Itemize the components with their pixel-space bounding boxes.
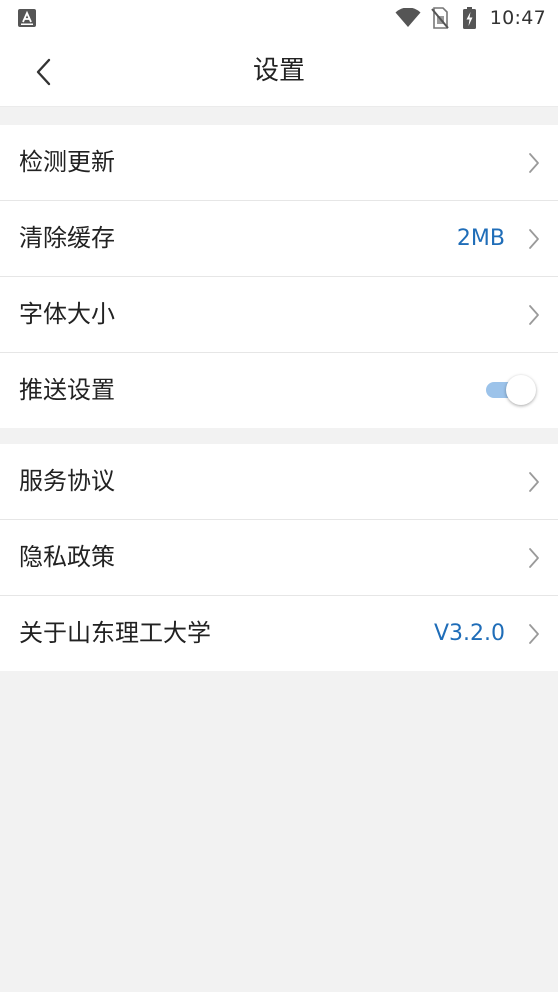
- a-box-icon: [18, 9, 36, 27]
- push-settings-row: 推送设置: [0, 353, 558, 428]
- settings-group-general: 检测更新 清除缓存 2MB 字体大小 推送设置: [0, 125, 558, 428]
- chevron-right-icon: [529, 624, 539, 644]
- nav-bar: 设置: [0, 36, 558, 107]
- about-row[interactable]: 关于山东理工大学 V3.2.0: [0, 596, 558, 671]
- check-update-label: 检测更新: [19, 148, 115, 176]
- chevron-right-icon: [529, 305, 539, 325]
- chevron-right-icon: [529, 229, 539, 249]
- font-size-label: 字体大小: [19, 300, 115, 328]
- battery-charging-icon: [462, 7, 476, 29]
- status-time: 10:47: [489, 7, 546, 29]
- cache-size-value: 2MB: [456, 226, 505, 251]
- status-icons: 10:47: [395, 5, 546, 31]
- status-bar: 10:47: [0, 0, 558, 36]
- chevron-right-icon: [529, 153, 539, 173]
- version-value: V3.2.0: [433, 621, 505, 646]
- page-title: 设置: [252, 56, 305, 86]
- no-sim-icon: [430, 7, 449, 29]
- push-settings-label: 推送设置: [19, 376, 115, 404]
- push-toggle[interactable]: [484, 374, 536, 406]
- clear-cache-label: 清除缓存: [19, 224, 115, 252]
- service-agreement-row[interactable]: 服务协议: [0, 444, 558, 520]
- chevron-right-icon: [529, 548, 539, 568]
- clear-cache-row[interactable]: 清除缓存 2MB: [0, 201, 558, 277]
- privacy-policy-label: 隐私政策: [19, 543, 115, 571]
- about-label: 关于山东理工大学: [19, 619, 211, 647]
- service-agreement-label: 服务协议: [19, 467, 115, 495]
- check-update-row[interactable]: 检测更新: [0, 125, 558, 201]
- privacy-policy-row[interactable]: 隐私政策: [0, 520, 558, 596]
- wifi-icon: [395, 8, 421, 27]
- chevron-right-icon: [529, 472, 539, 492]
- toggle-thumb: [506, 375, 536, 405]
- font-size-row[interactable]: 字体大小: [0, 277, 558, 353]
- settings-group-about: 服务协议 隐私政策 关于山东理工大学 V3.2.0: [0, 444, 558, 671]
